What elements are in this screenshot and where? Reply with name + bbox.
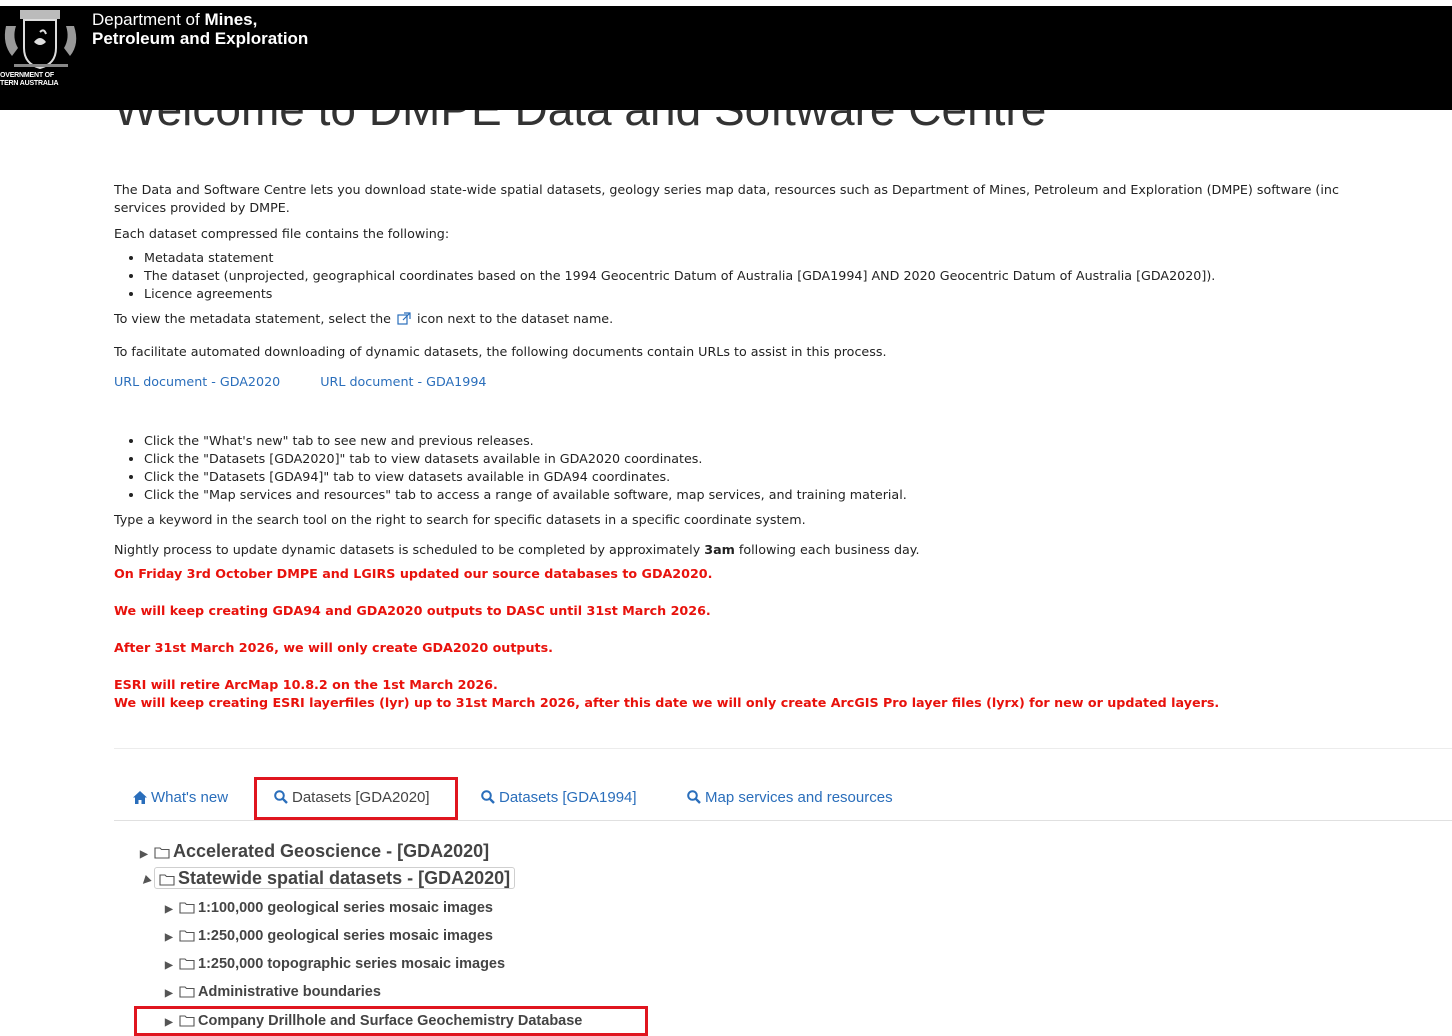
list-item: The dataset (unprojected, geographical c… xyxy=(144,267,1452,285)
government-wordmark: OVERNMENT OF TERN AUSTRALIA xyxy=(0,72,59,87)
url-document-gda2020-link[interactable]: URL document - GDA2020 xyxy=(114,374,280,389)
intro-line-2: services provided by DMPE. xyxy=(114,200,290,215)
intro-line-1: The Data and Software Centre lets you do… xyxy=(114,182,1339,197)
tree-node-child[interactable]: ▶ 1:100,000 geological series mosaic ima… xyxy=(165,900,493,916)
list-item: Click the "Datasets [GDA94]" tab to view… xyxy=(144,468,1452,486)
expand-arrow-icon[interactable]: ▶ xyxy=(165,988,179,999)
wa-government-crest-icon xyxy=(4,10,77,70)
folder-icon xyxy=(179,902,195,914)
folder-icon xyxy=(179,930,195,942)
department-name[interactable]: Department of Mines, Petroleum and Explo… xyxy=(92,10,308,48)
tab-datasets-gda1994[interactable]: Datasets [GDA1994] xyxy=(481,786,637,810)
list-item: Metadata statement xyxy=(144,249,1452,267)
url-document-gda1994-link[interactable]: URL document - GDA1994 xyxy=(320,374,486,389)
expand-arrow-icon[interactable]: ▶ xyxy=(165,960,179,971)
tree-node-statewide-spatial[interactable]: ▶ Statewide spatial datasets - [GDA2020] xyxy=(138,867,516,889)
list-item: Click the "Map services and resources" t… xyxy=(144,486,1452,504)
tree-node-child[interactable]: ▶ 1:250,000 geological series mosaic ima… xyxy=(165,928,493,944)
folder-icon xyxy=(179,986,195,998)
folder-icon xyxy=(179,958,195,970)
expand-arrow-icon[interactable]: ▶ xyxy=(165,904,179,915)
home-icon xyxy=(133,791,147,804)
metadata-hint: To view the metadata statement, select t… xyxy=(114,311,614,326)
search-icon xyxy=(481,790,495,804)
tab-whats-new[interactable]: What's new xyxy=(133,786,228,810)
highlight-box-active-tab xyxy=(254,777,458,820)
automation-text: To facilitate automated downloading of d… xyxy=(114,344,887,359)
tab-hints-list: Click the "What's new" tab to see new an… xyxy=(114,432,1452,504)
search-hint: Type a keyword in the search tool on the… xyxy=(114,512,806,527)
url-documents: URL document - GDA2020 URL document - GD… xyxy=(114,373,1452,391)
notice-layerfiles: We will keep creating ESRI layerfiles (l… xyxy=(114,695,1220,710)
divider xyxy=(114,748,1452,749)
collapse-arrow-icon[interactable]: ▶ xyxy=(138,874,152,889)
tabs-divider xyxy=(114,820,1452,821)
folder-icon xyxy=(159,874,175,886)
notice-arcmap-retire: ESRI will retire ArcMap 10.8.2 on the 1s… xyxy=(114,677,498,692)
contents-list: Metadata statement The dataset (unprojec… xyxy=(114,249,1452,303)
list-item: Licence agreements xyxy=(144,285,1452,303)
expand-arrow-icon[interactable]: ▶ xyxy=(165,932,179,943)
notice-gda2020-update: On Friday 3rd October DMPE and LGIRS upd… xyxy=(114,566,713,581)
folder-icon xyxy=(154,847,170,859)
notice-dual-outputs: We will keep creating GDA94 and GDA2020 … xyxy=(114,603,711,618)
intro-content: The Data and Software Centre lets you do… xyxy=(114,181,1452,712)
nightly-process-text: Nightly process to update dynamic datase… xyxy=(114,542,920,557)
notice-gda2020-only: After 31st March 2026, we will only crea… xyxy=(114,640,553,655)
list-item: Click the "What's new" tab to see new an… xyxy=(144,432,1452,450)
tab-map-services[interactable]: Map services and resources xyxy=(687,786,893,810)
search-icon xyxy=(687,790,701,804)
external-link-icon xyxy=(397,312,411,325)
list-item: Click the "Datasets [GDA2020]" tab to vi… xyxy=(144,450,1452,468)
site-header: OVERNMENT OF TERN AUSTRALIA Department o… xyxy=(0,6,1452,110)
contains-label: Each dataset compressed file contains th… xyxy=(114,226,450,241)
expand-arrow-icon[interactable]: ▶ xyxy=(140,849,154,860)
tree-node-accelerated-geoscience[interactable]: ▶ Accelerated Geoscience - [GDA2020] xyxy=(140,841,489,862)
tree-node-child[interactable]: ▶ 1:250,000 topographic series mosaic im… xyxy=(165,956,505,972)
tree-node-child[interactable]: ▶ Administrative boundaries xyxy=(165,984,381,1000)
selected-node-label: Statewide spatial datasets - [GDA2020] xyxy=(154,867,516,889)
